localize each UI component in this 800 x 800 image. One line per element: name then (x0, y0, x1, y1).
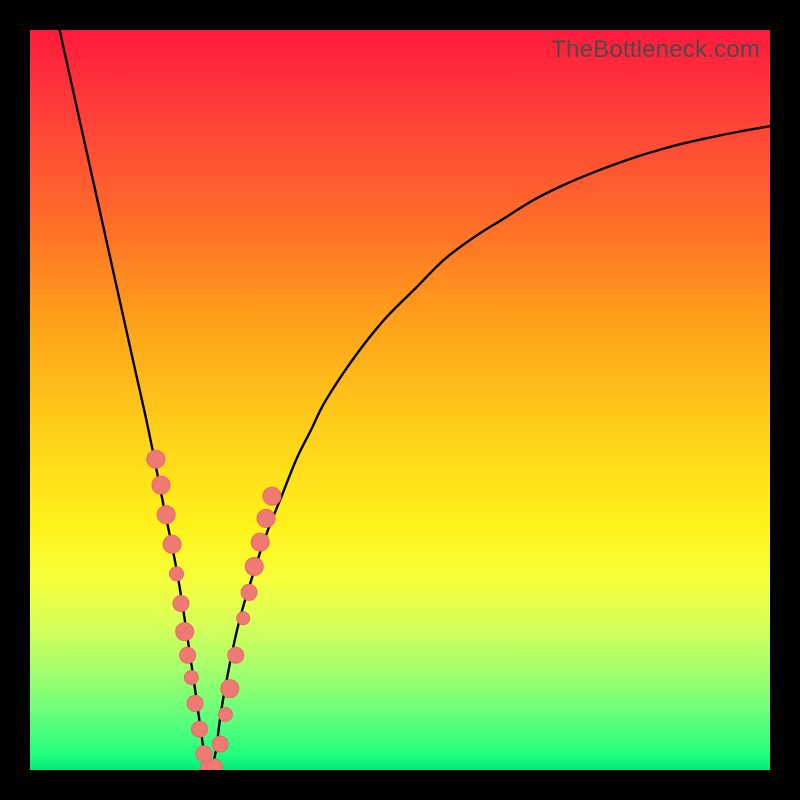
curve-marker (157, 506, 175, 524)
curve-marker (191, 721, 207, 737)
curve-marker (241, 584, 257, 600)
curve-marker (176, 623, 194, 641)
plot-area: TheBottleneck.com (30, 30, 770, 770)
curve-marker (218, 708, 232, 722)
curve-marker (180, 647, 196, 663)
bottleneck-curve (60, 30, 770, 770)
curve-marker (237, 612, 250, 625)
curve-marker (170, 567, 184, 581)
curve-marker (200, 761, 216, 770)
curve-marker (228, 647, 244, 663)
curve-marker (147, 450, 165, 468)
watermark-text: TheBottleneck.com (551, 36, 760, 64)
marker-group (147, 450, 281, 770)
curve-marker (245, 558, 263, 576)
curve-marker (263, 487, 281, 505)
curve-marker (221, 680, 239, 698)
curve-marker (212, 736, 228, 752)
curve-marker (257, 509, 275, 527)
curve-marker (184, 671, 198, 685)
curve-marker (152, 476, 170, 494)
curve-marker (251, 533, 269, 551)
chart-frame: TheBottleneck.com (0, 0, 800, 800)
curve-layer (30, 30, 770, 770)
curve-marker (196, 746, 212, 762)
curve-marker (163, 535, 181, 553)
curve-marker (187, 695, 203, 711)
curve-marker (173, 596, 189, 612)
curve-marker (206, 759, 222, 770)
